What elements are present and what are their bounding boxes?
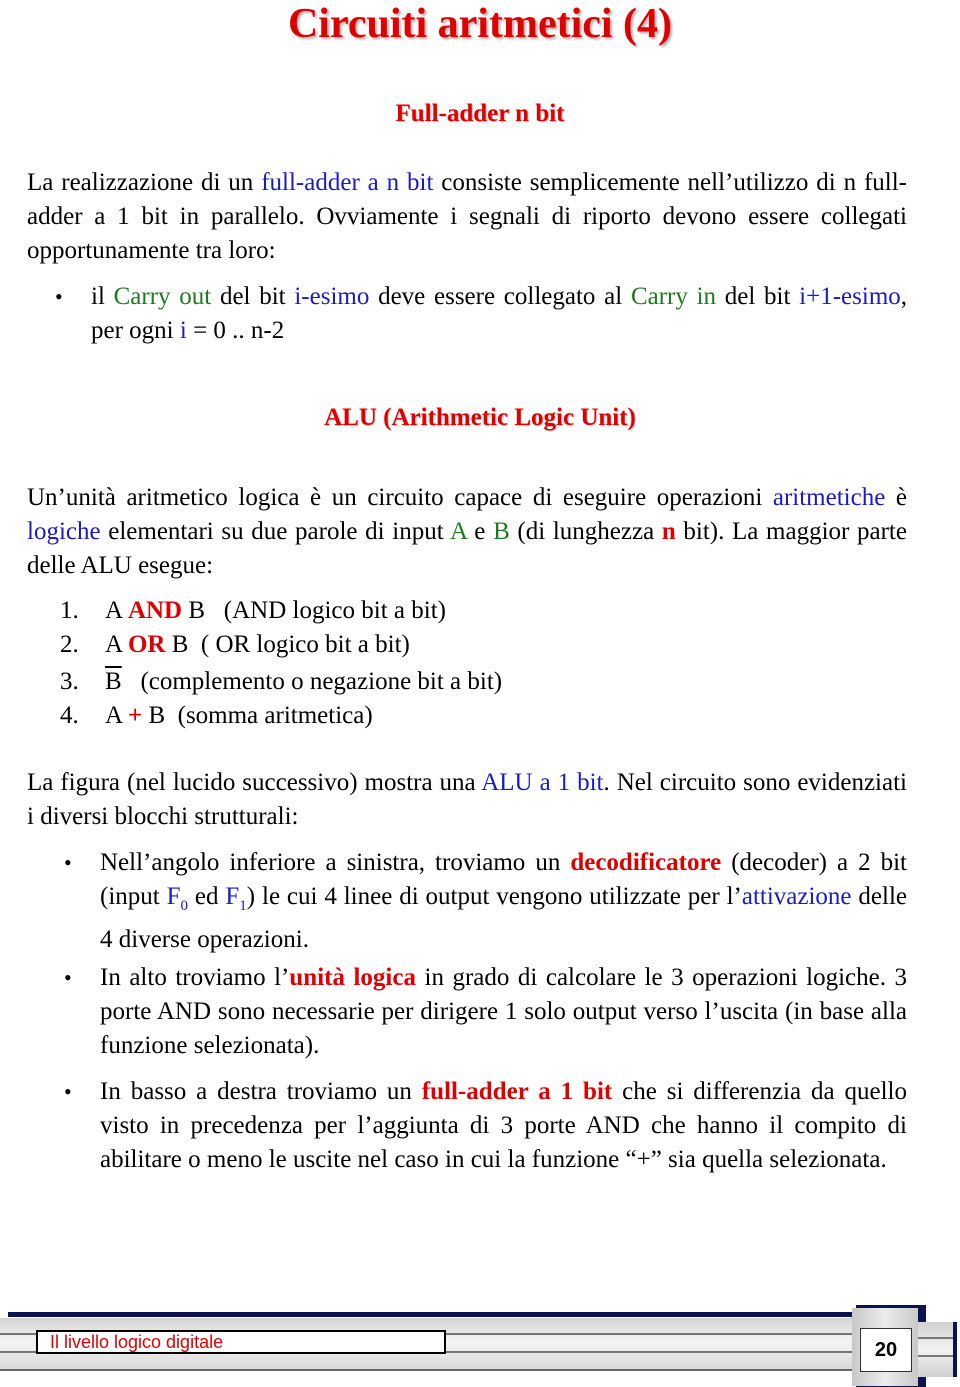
- highlighted-term: n: [661, 518, 676, 545]
- text-run: A: [105, 702, 128, 729]
- text-run: B ( OR logico bit a bit): [165, 631, 410, 658]
- highlighted-term: unità logica: [289, 964, 416, 991]
- text-run: Nell’angolo inferiore a sinistra, trovia…: [100, 849, 571, 876]
- text-run: del bit: [716, 283, 800, 310]
- text-run: La figura (nel lucido successivo) mostra…: [27, 769, 482, 796]
- bullet-icon: •: [55, 284, 63, 309]
- operation-number: 4.: [60, 702, 79, 729]
- text-run: La realizzazione di un: [27, 169, 262, 196]
- highlighted-term: ALU a 1 bit: [481, 769, 604, 796]
- text-run: il: [91, 283, 114, 310]
- highlighted-term: logiche: [27, 518, 101, 545]
- highlighted-term: F: [225, 883, 240, 910]
- highlighted-term: +: [127, 702, 143, 729]
- highlighted-term: Carry in: [630, 283, 717, 310]
- carry-bullet-text: il Carry out del bit i-esimo deve essere…: [91, 280, 907, 348]
- highlighted-term: B: [105, 668, 122, 695]
- operation-number: 1.: [60, 597, 79, 624]
- highlighted-term: AND: [127, 597, 183, 624]
- text-run: A: [105, 631, 128, 658]
- bullet-icon: •: [64, 850, 72, 875]
- operation-item: 1. A AND B (AND logico bit a bit): [60, 594, 502, 628]
- full-adder-paragraph: La realizzazione di un full-adder a n bi…: [27, 166, 907, 268]
- highlighted-term: A: [449, 518, 467, 545]
- operation-number: 3.: [60, 668, 79, 695]
- operation-text: A AND B (AND logico bit a bit): [105, 597, 446, 624]
- operations-list: 1. A AND B (AND logico bit a bit) 2. A OR …: [60, 594, 502, 733]
- text-run: (complemento o negazione bit a bit): [121, 668, 503, 695]
- page-tab-rail: [915, 1322, 957, 1377]
- page-number: 20: [860, 1328, 912, 1372]
- operation-text: A OR B ( OR logico bit a bit): [105, 631, 410, 658]
- operation-item: 2. A OR B ( OR logico bit a bit): [60, 628, 502, 662]
- text-run: deve essere collegato al: [369, 283, 631, 310]
- slide-footer: Il livello logico digitale 20: [0, 1300, 960, 1387]
- operation-item: 3. B (complemento o negazione bit a bit): [60, 665, 502, 699]
- highlighted-term: Carry out: [113, 283, 212, 310]
- text-run: del bit: [211, 283, 295, 310]
- text-run: In basso a destra troviamo un: [100, 1078, 422, 1105]
- alu-figure-paragraph: La figura (nel lucido successivo) mostra…: [27, 766, 907, 834]
- operation-item: 4. A + B (somma aritmetica): [60, 699, 502, 733]
- bullet-icon: •: [64, 1079, 72, 1104]
- text-run: Un’unità aritmetico logica è un circuito…: [27, 484, 773, 511]
- text-run: = 0 .. n-2: [186, 317, 285, 344]
- text-run: e: [466, 518, 494, 545]
- footer-navy-line: [8, 1312, 858, 1317]
- highlighted-term: attivazione: [741, 883, 852, 910]
- bullet-icon: •: [64, 965, 72, 990]
- highlighted-term: 1: [239, 898, 247, 914]
- text-run: B (somma aritmetica): [142, 702, 373, 729]
- highlighted-term: decodificatore: [570, 849, 722, 876]
- highlighted-term: full-adder a n bit: [261, 169, 434, 196]
- footer-divider: [0, 1369, 860, 1371]
- text-run: ed: [188, 883, 226, 910]
- text-run: ) le cui 4 linee di output vengono utili…: [246, 883, 742, 910]
- highlighted-term: OR: [127, 631, 166, 658]
- logic-unit-bullet-text: In alto troviamo l’unità logica in grado…: [100, 961, 907, 1063]
- text-run: B (AND logico bit a bit): [182, 597, 446, 624]
- operation-text: B (complemento o negazione bit a bit): [105, 668, 502, 695]
- text-run: In alto troviamo l’: [100, 964, 290, 991]
- footer-course-label: Il livello logico digitale: [36, 1330, 446, 1354]
- section-heading-full-adder: Full-adder n bit: [395, 100, 565, 127]
- full-adder-bullet-text: In basso a destra troviamo un full-adder…: [100, 1075, 907, 1177]
- highlighted-term: B: [493, 518, 510, 545]
- highlighted-term: i-esimo: [294, 283, 370, 310]
- section-heading-alu: ALU (Arithmetic Logic Unit): [324, 404, 636, 431]
- highlighted-term: F: [166, 883, 181, 910]
- highlighted-term: 0: [180, 898, 189, 914]
- highlighted-term: aritmetiche: [772, 484, 886, 511]
- page-title: Circuiti aritmetici (4): [287, 1, 673, 47]
- highlighted-term: i+1-esimo: [799, 283, 901, 310]
- text-run: è: [885, 484, 907, 511]
- text-run: A: [105, 597, 128, 624]
- text-run: elementari su due parole di input: [100, 518, 450, 545]
- highlighted-term: full-adder a 1 bit: [421, 1078, 613, 1105]
- operation-number: 2.: [60, 631, 79, 658]
- alu-paragraph: Un’unità aritmetico logica è un circuito…: [27, 481, 907, 583]
- operation-text: A + B (somma aritmetica): [105, 702, 373, 729]
- highlighted-term: i: [179, 317, 187, 344]
- text-run: (di lunghezza: [509, 518, 662, 545]
- decoder-bullet-text: Nell’angolo inferiore a sinistra, trovia…: [100, 846, 907, 957]
